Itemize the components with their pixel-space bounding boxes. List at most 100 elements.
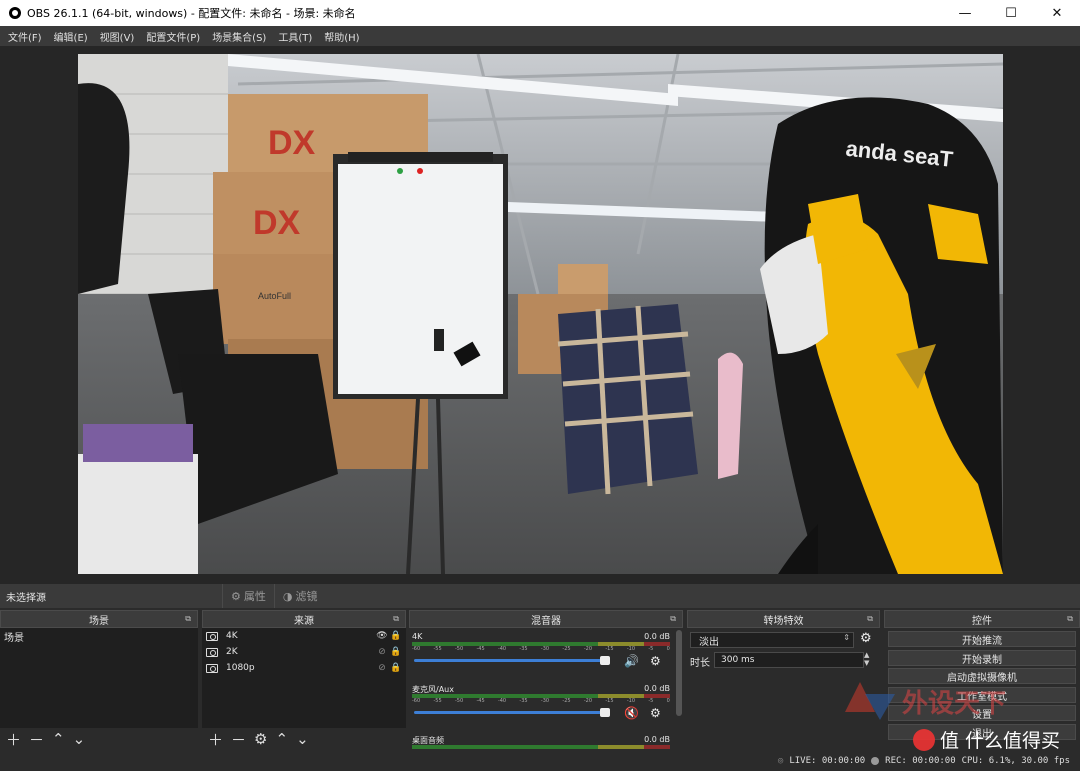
remove-source-icon[interactable]: － xyxy=(231,729,246,750)
controls-title: 控件 xyxy=(972,615,992,627)
channel-name: 麦克风/Aux xyxy=(412,685,454,694)
source-row[interactable]: 4K 👁 🔒 xyxy=(202,628,406,644)
gear-icon[interactable]: ⚙ xyxy=(860,631,872,646)
fader-knob[interactable] xyxy=(600,708,610,717)
controls-header: 控件 ⧉ xyxy=(884,610,1080,628)
lock-icon[interactable]: 🔒 xyxy=(390,647,402,657)
scene-item[interactable]: 场景 xyxy=(0,628,198,644)
menu-help[interactable]: 帮助(H) xyxy=(318,29,365,44)
mixer-scrollbar[interactable] xyxy=(676,630,682,716)
menu-scene-collection[interactable]: 场景集合(S) xyxy=(206,29,272,44)
status-bar: ◎ LIVE: 00:00:00 REC: 00:00:00 CPU: 6.1%… xyxy=(0,750,1080,771)
eye-hidden-icon[interactable]: ⊘ xyxy=(374,663,390,673)
box-brand-1: DX xyxy=(268,124,316,162)
close-button[interactable]: ✕ xyxy=(1034,0,1080,26)
channel-name: 桌面音频 xyxy=(412,736,444,745)
volume-meter xyxy=(412,745,670,749)
mixer-channel: 麦克风/Aux 0.0 dB -60 -55 -50 -45 -40 -35 -30 -25 -2… xyxy=(412,684,670,720)
source-row[interactable]: 1080p ⊘ 🔒 xyxy=(202,660,406,676)
add-scene-icon[interactable]: ＋ xyxy=(6,729,21,750)
start-virtual-camera-button[interactable]: 启动虚拟摄像机 xyxy=(888,668,1076,684)
float-icon[interactable]: ⧉ xyxy=(1067,614,1073,624)
box-brand-3: AutoFull xyxy=(258,291,291,301)
no-source-label: 未选择源 xyxy=(6,592,46,604)
minimize-button[interactable]: — xyxy=(942,0,988,26)
remove-scene-icon[interactable]: － xyxy=(29,729,44,750)
exit-button[interactable]: 退出 xyxy=(888,724,1076,740)
filter-icon: ◑ xyxy=(282,589,293,603)
menu-bar: 文件(F) 编辑(E) 视图(V) 配置文件(P) 场景集合(S) 工具(T) … xyxy=(0,26,1080,46)
cpu-fps: CPU: 6.1%, 30.00 fps xyxy=(961,755,1070,766)
start-recording-button[interactable]: 开始录制 xyxy=(888,650,1076,666)
move-up-icon[interactable]: ⌃ xyxy=(275,730,288,748)
camera-icon xyxy=(206,631,218,641)
menu-edit[interactable]: 编辑(E) xyxy=(48,29,94,44)
office-scene-image: DX DX AutoFull anda seaT xyxy=(78,54,1003,574)
settings-button[interactable]: 设置 xyxy=(888,705,1076,721)
scenes-header: 场景 ⧉ xyxy=(0,610,198,628)
source-name: 4K xyxy=(226,631,238,641)
source-toolbar: 未选择源 ⚙ 属性 ◑ 滤镜 xyxy=(0,584,1080,608)
camera-icon xyxy=(206,663,218,673)
mixer-channel: 4K 0.0 dB -60 -55 -50 -45 -40 -35 -30 -25 -20 -15-… xyxy=(412,632,670,668)
properties-button[interactable]: ⚙ 属性 xyxy=(222,584,274,608)
source-name: 2K xyxy=(226,647,238,657)
filters-button[interactable]: ◑ 滤镜 xyxy=(273,584,326,608)
volume-fader[interactable]: 🔇 ⚙ xyxy=(412,706,670,720)
gear-icon[interactable]: ⚙ xyxy=(650,706,661,720)
channel-name: 4K xyxy=(412,632,423,641)
float-icon[interactable]: ⧉ xyxy=(867,614,873,624)
scenes-title: 场景 xyxy=(89,615,109,627)
scenes-list[interactable]: 场景 xyxy=(0,628,198,728)
sources-list[interactable]: 4K 👁 🔒 2K ⊘ 🔒 1080p ⊘ 🔒 xyxy=(202,628,406,728)
speaker-icon[interactable]: 🔊 xyxy=(624,654,639,668)
transition-select[interactable]: 淡出 ⇕ xyxy=(690,632,854,648)
float-icon[interactable]: ⧉ xyxy=(185,614,191,624)
camera-preview: DX DX AutoFull anda seaT xyxy=(78,54,1003,574)
float-icon[interactable]: ⧉ xyxy=(670,614,676,624)
rec-indicator-icon xyxy=(871,756,880,765)
box-brand-2: DX xyxy=(253,204,301,242)
channel-db: 0.0 dB xyxy=(644,735,670,744)
menu-tools[interactable]: 工具(T) xyxy=(272,29,318,44)
properties-label: 属性 xyxy=(243,590,266,603)
studio-mode-button[interactable]: 工作室模式 xyxy=(888,687,1076,703)
lock-icon[interactable]: 🔒 xyxy=(390,663,402,673)
fader-knob[interactable] xyxy=(600,656,610,665)
sources-header: 来源 ⧉ xyxy=(202,610,406,628)
gear-icon: ⚙ xyxy=(231,589,241,603)
source-row[interactable]: 2K ⊘ 🔒 xyxy=(202,644,406,660)
sources-title: 来源 xyxy=(294,615,314,627)
meter-scale: -60 -55 -50 -45 -40 -35 -30 -25 -20 -15 -10 -5 0 xyxy=(412,646,670,652)
start-streaming-button[interactable]: 开始推流 xyxy=(888,631,1076,647)
transitions-dock: 转场特效 ⧉ xyxy=(687,610,880,750)
eye-hidden-icon[interactable]: ⊘ xyxy=(374,647,390,657)
add-source-icon[interactable]: ＋ xyxy=(208,729,223,750)
meter-scale: -60 -55 -50 -45 -40 -35 -30 -25 -20 -15 -10 -5 0 xyxy=(412,698,670,704)
mixer-channel: 桌面音频 0.0 dB xyxy=(412,735,670,749)
move-down-icon[interactable]: ⌄ xyxy=(73,730,86,748)
menu-view[interactable]: 视图(V) xyxy=(94,29,141,44)
channel-db: 0.0 dB xyxy=(644,632,670,641)
menu-profile[interactable]: 配置文件(P) xyxy=(140,29,206,44)
source-settings-icon[interactable]: ⚙ xyxy=(254,730,267,748)
duration-input[interactable]: 300 ms xyxy=(714,652,864,668)
obs-logo-icon xyxy=(9,7,21,19)
updown-icon: ⇕ xyxy=(843,633,850,642)
menu-file[interactable]: 文件(F) xyxy=(2,29,48,44)
lock-icon[interactable]: 🔒 xyxy=(390,631,402,641)
volume-fader[interactable]: 🔊 ⚙ xyxy=(412,654,670,668)
duration-spinner[interactable]: ▲ ▼ xyxy=(864,651,869,667)
maximize-button[interactable]: ☐ xyxy=(988,0,1034,26)
signal-icon: ◎ xyxy=(777,755,784,766)
transitions-header: 转场特效 ⧉ xyxy=(687,610,880,628)
move-up-icon[interactable]: ⌃ xyxy=(52,730,65,748)
gear-icon[interactable]: ⚙ xyxy=(650,654,661,668)
live-time: LIVE: 00:00:00 xyxy=(789,755,866,766)
preview-area[interactable]: DX DX AutoFull anda seaT xyxy=(0,46,1080,584)
eye-visible-icon[interactable]: 👁 xyxy=(374,631,390,641)
move-down-icon[interactable]: ⌄ xyxy=(296,730,309,748)
speaker-muted-icon[interactable]: 🔇 xyxy=(624,706,639,720)
mixer-title: 混音器 xyxy=(531,615,561,627)
float-icon[interactable]: ⧉ xyxy=(393,614,399,624)
